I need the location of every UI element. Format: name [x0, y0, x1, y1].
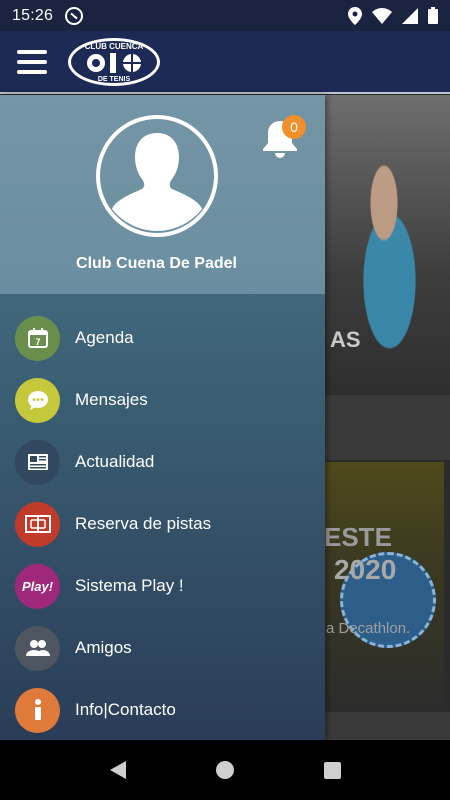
card-title-text: ESTE: [324, 522, 392, 552]
card-year-text: 2020: [334, 554, 397, 585]
profile-name: Club Cuena De Padel: [76, 255, 237, 272]
navigation-drawer: Club Cuena De Padel 0 7 Agenda Mensajes: [0, 95, 325, 740]
app-header: CLUB CUENCA DE TENIS: [0, 31, 450, 94]
home-icon[interactable]: [215, 761, 234, 779]
app-screen: 15:26 CLUB CUENCA DE TENIS AS ESTE 2020 …: [0, 0, 450, 800]
drawer-menu-list: 7 Agenda Mensajes Actualidad Reserva de …: [0, 307, 325, 741]
menu-item-amigos[interactable]: Amigos: [0, 617, 325, 679]
wifi-icon: [372, 7, 392, 24]
calendar-icon: 7: [15, 315, 60, 361]
chat-bubble-icon: [15, 377, 60, 423]
newspaper-icon: [15, 439, 60, 485]
svg-text:7: 7: [35, 337, 40, 347]
menu-item-mensajes[interactable]: Mensajes: [0, 369, 325, 431]
user-silhouette-icon: [112, 133, 202, 231]
drawer-profile-header: Club Cuena De Padel: [0, 95, 325, 294]
info-icon: [15, 687, 60, 733]
menu-item-label: Info|Contacto: [75, 700, 176, 719]
menu-item-label: Amigos: [75, 638, 132, 657]
menu-item-label: Agenda: [75, 328, 134, 347]
logo-bottom-text: DE TENIS: [98, 76, 131, 83]
status-bar: 15:26: [0, 0, 450, 31]
card-caption-text: a Decathlon.: [326, 620, 411, 637]
avatar[interactable]: [96, 115, 218, 237]
back-icon[interactable]: [109, 761, 126, 779]
hamburger-menu-button[interactable]: [0, 30, 64, 93]
menu-item-reserva-de-pistas[interactable]: Reserva de pistas: [0, 493, 325, 555]
play-icon-text: Play!: [21, 578, 54, 594]
battery-icon: [428, 7, 438, 24]
friends-icon: [15, 625, 60, 671]
menu-item-actualidad[interactable]: Actualidad: [0, 431, 325, 493]
recents-icon[interactable]: [323, 761, 341, 779]
club-logo[interactable]: CLUB CUENCA DE TENIS: [66, 36, 162, 88]
play-icon: Play!: [15, 563, 60, 609]
status-time: 15:26: [12, 6, 54, 24]
content-footer: [320, 712, 450, 740]
logo-top-text: CLUB CUENCA: [85, 42, 144, 51]
court-icon: [15, 501, 60, 547]
menu-item-label: Mensajes: [75, 390, 148, 409]
status-icons: [348, 6, 438, 25]
menu-item-info-contacto[interactable]: Info|Contacto: [0, 679, 325, 741]
signal-icon: [402, 7, 418, 24]
menu-item-agenda[interactable]: 7 Agenda: [0, 307, 325, 369]
news-card[interactable]: ESTE 2020 a Decathlon.: [320, 462, 444, 712]
location-icon: [348, 6, 362, 25]
system-navigation-bar: [0, 740, 450, 800]
menu-item-sistema-play[interactable]: Play! Sistema Play !: [0, 555, 325, 617]
menu-item-label: Actualidad: [75, 452, 155, 471]
notification-count-badge: 0: [282, 115, 306, 139]
menu-item-label: Sistema Play !: [75, 576, 184, 595]
data-saver-icon: [65, 6, 84, 25]
hero-banner-text: AS: [330, 327, 361, 352]
menu-item-label: Reserva de pistas: [75, 514, 212, 533]
